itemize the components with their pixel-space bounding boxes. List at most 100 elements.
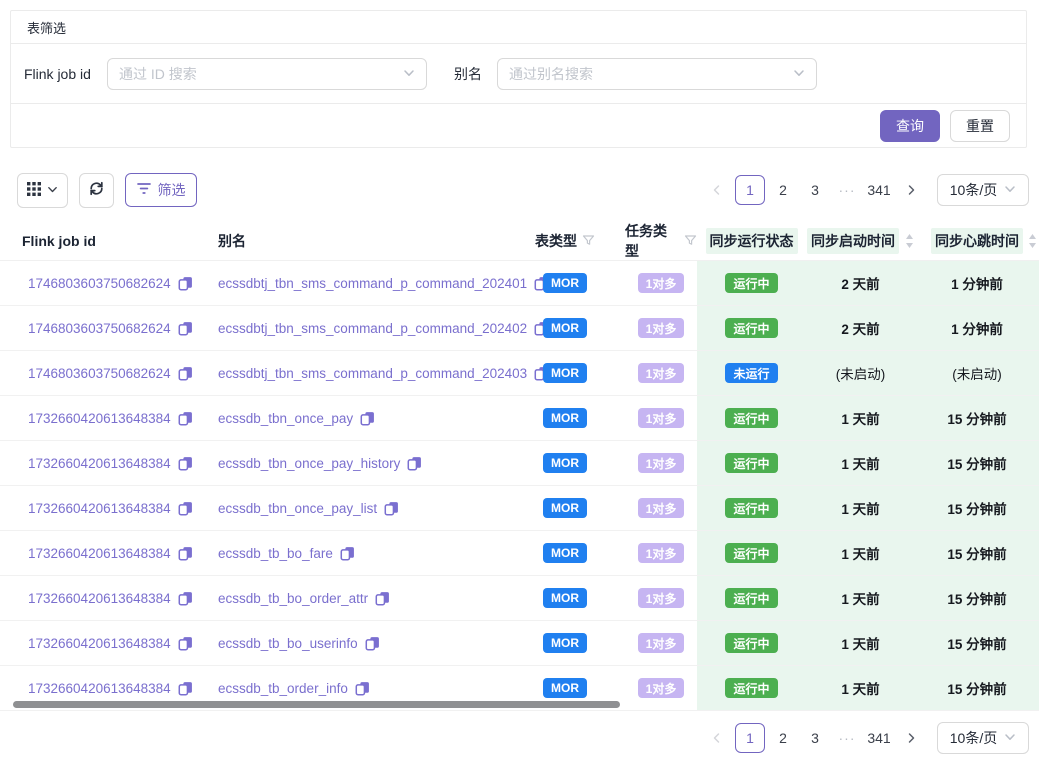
pagination-page-1[interactable]: 1 [735, 723, 765, 753]
horizontal-scrollbar[interactable] [13, 701, 620, 708]
start-time-cell: (未启动) [806, 351, 915, 395]
alias-select[interactable]: 通过别名搜索 [497, 58, 817, 90]
pagination-page-3[interactable]: 3 [801, 176, 829, 204]
reset-button[interactable]: 重置 [950, 110, 1010, 142]
query-button[interactable]: 查询 [880, 110, 940, 142]
page-size-select[interactable]: 10条/页 [937, 722, 1029, 754]
pagination-bottom: 123···341 10条/页 [703, 722, 1029, 754]
pagination-ellipsis[interactable]: ··· [833, 176, 861, 204]
status-badge: 运行中 [725, 633, 777, 653]
task-type-badge: 1对多 [638, 363, 685, 383]
job-id-link[interactable]: 1732660420613648384 [28, 501, 171, 516]
pagination-ellipsis[interactable]: ··· [833, 724, 861, 752]
copy-icon[interactable] [178, 456, 193, 471]
copy-icon[interactable] [178, 591, 193, 606]
job-id-link[interactable]: 1746803603750682624 [28, 276, 171, 291]
table-type-badge: MOR [543, 408, 587, 428]
task-type-badge: 1对多 [638, 453, 685, 473]
filter-lines-icon [137, 182, 151, 198]
job-id-link[interactable]: 1746803603750682624 [28, 321, 171, 336]
table-type-badge: MOR [543, 588, 587, 608]
pagination-page-3[interactable]: 3 [801, 724, 829, 752]
alias-link[interactable]: ecssdb_tb_bo_order_attr [218, 591, 368, 606]
alias-link[interactable]: ecssdb_tb_order_info [218, 681, 348, 696]
table-row: 1746803603750682624 ecssdbtj_tbn_sms_com… [0, 351, 1039, 396]
column-header-2[interactable]: 表类型 [505, 221, 625, 260]
alias-link[interactable]: ecssdbtj_tbn_sms_command_p_command_20240… [218, 321, 527, 336]
alias-link[interactable]: ecssdb_tbn_once_pay_history [218, 456, 400, 471]
job-id-link[interactable]: 1732660420613648384 [28, 681, 171, 696]
open-filter-button[interactable]: 筛选 [125, 173, 197, 207]
status-badge: 运行中 [725, 588, 777, 608]
copy-icon[interactable] [360, 411, 375, 426]
status-badge: 运行中 [725, 678, 777, 698]
table-header-row: Flink job id别名表类型任务类型同步运行状态同步启动时间同步心跳时间 [0, 221, 1039, 261]
start-time-cell: 1 天前 [806, 576, 915, 620]
copy-icon[interactable] [178, 366, 193, 381]
filter-funnel-icon[interactable] [684, 234, 697, 247]
job-id-link[interactable]: 1732660420613648384 [28, 456, 171, 471]
copy-icon[interactable] [178, 636, 193, 651]
flink-job-id-placeholder: 通过 ID 搜索 [119, 64, 197, 84]
alias-link[interactable]: ecssdb_tbn_once_pay [218, 411, 353, 426]
job-id-link[interactable]: 1732660420613648384 [28, 546, 171, 561]
alias-link[interactable]: ecssdb_tb_bo_userinfo [218, 636, 358, 651]
copy-icon[interactable] [178, 546, 193, 561]
heartbeat-time-cell: 1 分钟前 [915, 306, 1039, 350]
table-row: 1732660420613648384 ecssdb_tb_bo_fare MO… [0, 531, 1039, 576]
flink-job-id-select[interactable]: 通过 ID 搜索 [107, 58, 427, 90]
pagination-next[interactable] [897, 724, 925, 752]
pagination-prev[interactable] [703, 724, 731, 752]
copy-icon[interactable] [384, 501, 399, 516]
copy-icon[interactable] [407, 456, 422, 471]
pagination-next[interactable] [897, 176, 925, 204]
table-row: 1746803603750682624 ecssdbtj_tbn_sms_com… [0, 261, 1039, 306]
alias-label: 别名 [454, 64, 482, 84]
page-size-label: 10条/页 [950, 728, 997, 748]
alias-link[interactable]: ecssdbtj_tbn_sms_command_p_command_20240… [218, 366, 527, 381]
copy-icon[interactable] [178, 681, 193, 696]
refresh-button[interactable] [79, 173, 114, 208]
sorter-icon[interactable] [905, 233, 914, 249]
table-row: 1732660420613648384 ecssdb_tb_bo_order_a… [0, 576, 1039, 621]
heartbeat-time-cell: 15 分钟前 [915, 486, 1039, 530]
copy-icon[interactable] [178, 321, 193, 336]
job-id-link[interactable]: 1732660420613648384 [28, 591, 171, 606]
heartbeat-time-cell: (未启动) [915, 351, 1039, 395]
column-header-1: 别名 [206, 221, 505, 260]
copy-icon[interactable] [340, 546, 355, 561]
page-size-label: 10条/页 [950, 180, 997, 200]
alias-link[interactable]: ecssdbtj_tbn_sms_command_p_command_20240… [218, 276, 527, 291]
filter-funnel-icon[interactable] [582, 234, 595, 247]
copy-icon[interactable] [375, 591, 390, 606]
page-size-select[interactable]: 10条/页 [937, 174, 1029, 206]
pagination-page-2[interactable]: 2 [769, 724, 797, 752]
pagination-page-341[interactable]: 341 [865, 176, 893, 204]
sorter-icon[interactable] [1028, 233, 1037, 249]
pagination-page-1[interactable]: 1 [735, 175, 765, 205]
pagination-page-341[interactable]: 341 [865, 724, 893, 752]
job-id-link[interactable]: 1732660420613648384 [28, 411, 171, 426]
copy-icon[interactable] [178, 501, 193, 516]
column-header-6[interactable]: 同步心跳时间 [915, 221, 1039, 260]
alias-link[interactable]: ecssdb_tbn_once_pay_list [218, 501, 377, 516]
filter-panel: 表筛选 Flink job id 通过 ID 搜索 别名 通过别名搜索 查询 重… [10, 10, 1027, 148]
start-time-cell: 1 天前 [806, 396, 915, 440]
job-id-link[interactable]: 1746803603750682624 [28, 366, 171, 381]
column-header-5[interactable]: 同步启动时间 [806, 221, 915, 260]
table-type-badge: MOR [543, 453, 587, 473]
copy-icon[interactable] [178, 411, 193, 426]
copy-icon[interactable] [355, 681, 370, 696]
copy-icon[interactable] [178, 276, 193, 291]
pagination-page-2[interactable]: 2 [769, 176, 797, 204]
alias-link[interactable]: ecssdb_tb_bo_fare [218, 546, 333, 561]
start-time-cell: 2 天前 [806, 261, 915, 305]
task-type-badge: 1对多 [638, 318, 685, 338]
toolbar-left-group: 筛选 [17, 173, 197, 208]
column-header-3[interactable]: 任务类型 [625, 221, 697, 260]
pagination-prev[interactable] [703, 176, 731, 204]
column-settings-button[interactable] [17, 173, 68, 208]
job-id-link[interactable]: 1732660420613648384 [28, 636, 171, 651]
chevron-down-icon [1004, 182, 1016, 198]
copy-icon[interactable] [365, 636, 380, 651]
